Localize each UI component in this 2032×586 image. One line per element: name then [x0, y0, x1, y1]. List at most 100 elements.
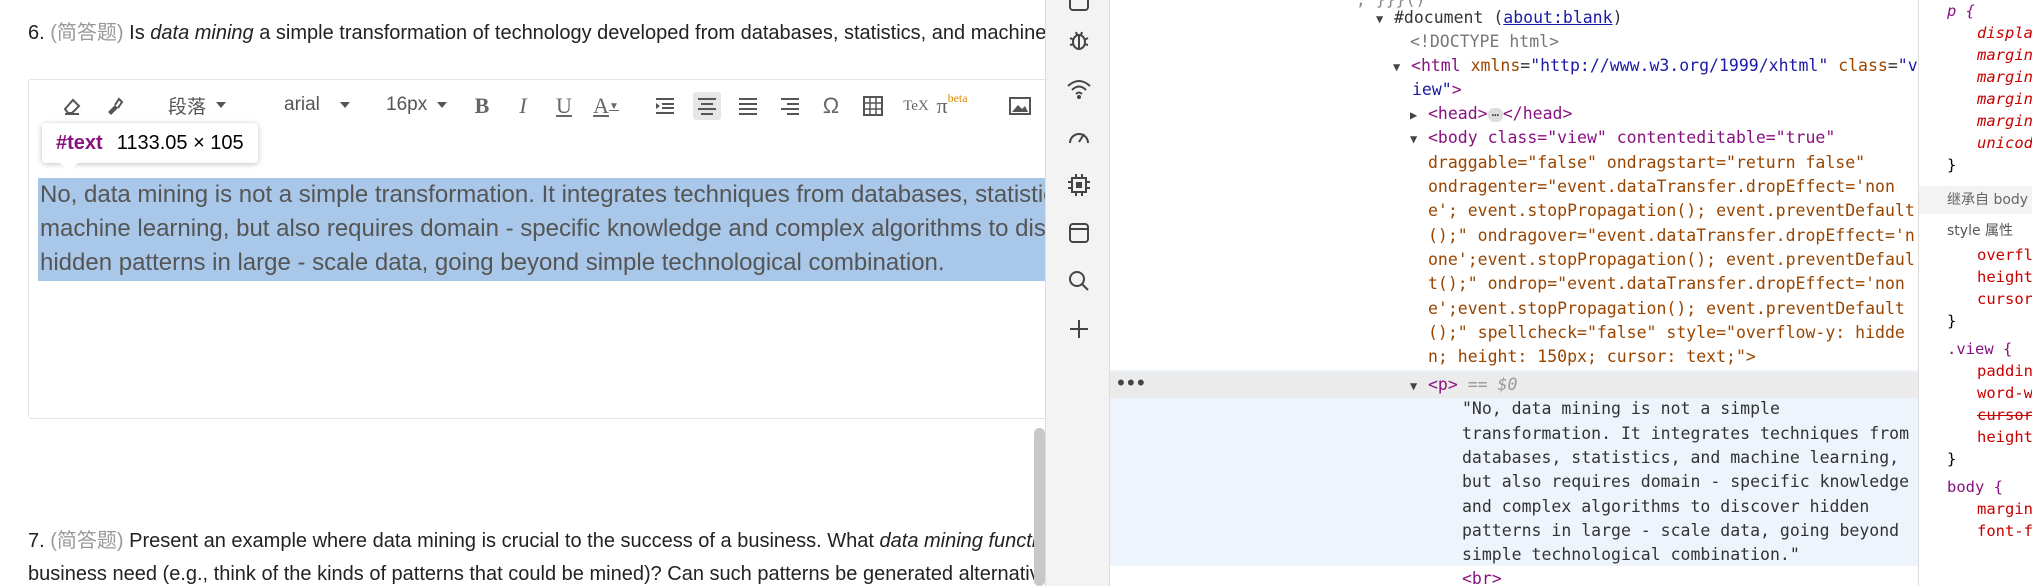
question-page: 6. (简答题) Is data mining a simple transfo… [0, 0, 1045, 586]
pi-icon: π [936, 93, 948, 118]
body-line: e'; event.stopPropagation(); event.preve… [1428, 201, 1915, 220]
attr-value: "v [1897, 56, 1918, 75]
styles-panel: p { display margin margin margin margin … [1918, 0, 2032, 586]
answer-line: hidden patterns in large - scale data, g… [40, 249, 945, 276]
text-node-line: but also requires domain - specific know… [1462, 472, 1910, 491]
dom-node-p[interactable]: ▼ <p> == $0 [1410, 373, 1517, 398]
question-text-italic: data mining [150, 22, 254, 44]
style-selector: .view { [1947, 340, 2013, 358]
body-line: n; height: 150px; cursor: text;"> [1428, 347, 1756, 366]
font-size-dropdown[interactable]: 16px [386, 91, 448, 119]
more-options-icon[interactable]: ••• [1116, 372, 1146, 396]
dom-node-document[interactable]: ▼ #document (about:blank) [1376, 6, 1623, 31]
style-prop: paddin [1977, 362, 2032, 380]
align-right-icon[interactable] [776, 92, 804, 120]
body-line: one';event.stopPropagation(); event.prev… [1428, 250, 1915, 269]
style-selector: p { [1947, 2, 1975, 20]
tex-button[interactable]: TeX [902, 92, 930, 120]
font-dropdown[interactable]: arial [284, 91, 350, 119]
performance-icon[interactable] [1066, 123, 1092, 149]
format-painter-icon[interactable] [100, 92, 128, 120]
dom-node-br[interactable]: <br> [1462, 567, 1502, 586]
body-line: t();" ondrop="event.dataTransfer.dropEff… [1428, 274, 1905, 293]
question-number: 7. [28, 530, 45, 552]
br-tag: <br> [1462, 569, 1502, 586]
tooltip-node-type: #text [56, 131, 103, 154]
align-justify-icon[interactable] [734, 92, 762, 120]
image-icon[interactable] [1006, 92, 1034, 120]
table-icon[interactable] [859, 92, 887, 120]
tooltip-size: 1133.05 × 105 [116, 131, 244, 154]
text-node-line: and complex algorithms to discover hidde… [1462, 497, 1870, 516]
body-line: ();" spellcheck="false" style="overflow-… [1428, 323, 1905, 342]
style-prop: margin [1977, 46, 2032, 64]
question-type: (简答题) [50, 530, 124, 552]
chevron-down-icon [339, 102, 350, 108]
eraser-icon[interactable] [58, 92, 86, 120]
inherited-from-label: 继承自 body [1919, 186, 2032, 214]
paragraph-dropdown[interactable]: 段落 [168, 91, 227, 119]
question-text: Present an example where data mining is … [129, 530, 880, 552]
question-text: Is [129, 22, 151, 44]
paragraph-label: 段落 [168, 96, 207, 118]
head-close-tag: </head> [1502, 104, 1573, 123]
chevron-down-icon [216, 102, 227, 108]
element-icon[interactable] [1066, 0, 1092, 14]
devtools-sidebar [1045, 0, 1110, 586]
inspect-tooltip: #text 1133.05 × 105 [42, 123, 258, 172]
style-prop: display [1977, 24, 2032, 42]
style-prop: cursor [1977, 290, 2032, 308]
style-prop: margin [1977, 90, 2032, 108]
chevron-down-icon [437, 102, 448, 108]
bug-icon[interactable] [1066, 27, 1092, 53]
text-node-line: "No, data mining is not a simple [1462, 399, 1780, 418]
search-icon[interactable] [1066, 268, 1092, 294]
body-line: ();" ondragover="event.dataTransfer.drop… [1428, 226, 1915, 245]
add-icon[interactable] [1066, 316, 1092, 342]
formula-button[interactable]: π beta [936, 90, 968, 120]
attr-value: "http://www.w3.org/1999/xhtml" [1530, 56, 1829, 75]
style-brace: } [1947, 156, 1957, 174]
font-size-label: 16px [386, 94, 428, 115]
attr-name: xmlns [1470, 56, 1521, 75]
application-icon[interactable] [1066, 220, 1092, 246]
dom-node-body[interactable]: ▼ <body class="view" contenteditable="tru… [1410, 126, 1836, 151]
body-line: <body class="view" contenteditable="true… [1428, 128, 1836, 147]
style-prop: overfl [1977, 246, 2032, 264]
scrollbar[interactable] [1034, 428, 1045, 586]
head-open-tag: <head> [1428, 104, 1488, 123]
answer-line: machine learning, but also requires doma… [40, 215, 1045, 242]
html-tag-name: html [1420, 56, 1461, 75]
style-prop: height [1977, 268, 2032, 286]
style-prop: height [1977, 428, 2032, 446]
ellipsis-badge[interactable]: ⋯ [1487, 108, 1503, 122]
dom-node-html[interactable]: ▼ <html xmlns="http://www.w3.org/1999/xht… [1393, 54, 1918, 79]
italic-button[interactable]: I [509, 92, 537, 120]
dom-node-doctype[interactable]: <!DOCTYPE html> [1410, 30, 1559, 54]
question-type: (简答题) [50, 22, 124, 44]
style-prop: margin [1977, 500, 2032, 518]
align-center-icon[interactable] [693, 92, 721, 120]
attr-name: class [1838, 56, 1888, 75]
attr-value: iew" [1412, 80, 1452, 99]
cpu-icon[interactable] [1066, 172, 1092, 198]
dom-node-head[interactable]: ▶ <head> ⋯ </head> [1410, 102, 1572, 127]
style-brace: } [1947, 312, 1957, 330]
style-prop: unicode [1977, 134, 2032, 152]
answer-text[interactable]: No, data mining is not a simple transfor… [40, 178, 1045, 280]
dom-tree-panel: ","}}}()" ▼#document (about:blank) <!DOC… [1110, 0, 1918, 586]
text-node-line: transformation. It integrates techniques… [1462, 424, 1910, 443]
bold-button[interactable]: B [468, 92, 496, 120]
underline-button[interactable]: U [550, 92, 578, 120]
about-blank-link[interactable]: about:blank [1503, 8, 1612, 27]
special-char-button[interactable]: Ω [817, 92, 845, 120]
wifi-icon[interactable] [1066, 76, 1092, 102]
text-node-line: databases, statistics, and machine learn… [1462, 448, 1900, 467]
style-prop: font-f [1977, 522, 2032, 540]
font-color-button[interactable]: A ▼ [592, 92, 620, 120]
style-prop: cursor [1977, 406, 2032, 424]
text-node-line: patterns in large - scale data, going be… [1462, 521, 1900, 540]
indent-icon[interactable] [651, 92, 679, 120]
beta-badge: beta [947, 90, 968, 105]
question-text-italic: data mining functionalities [879, 530, 1045, 552]
